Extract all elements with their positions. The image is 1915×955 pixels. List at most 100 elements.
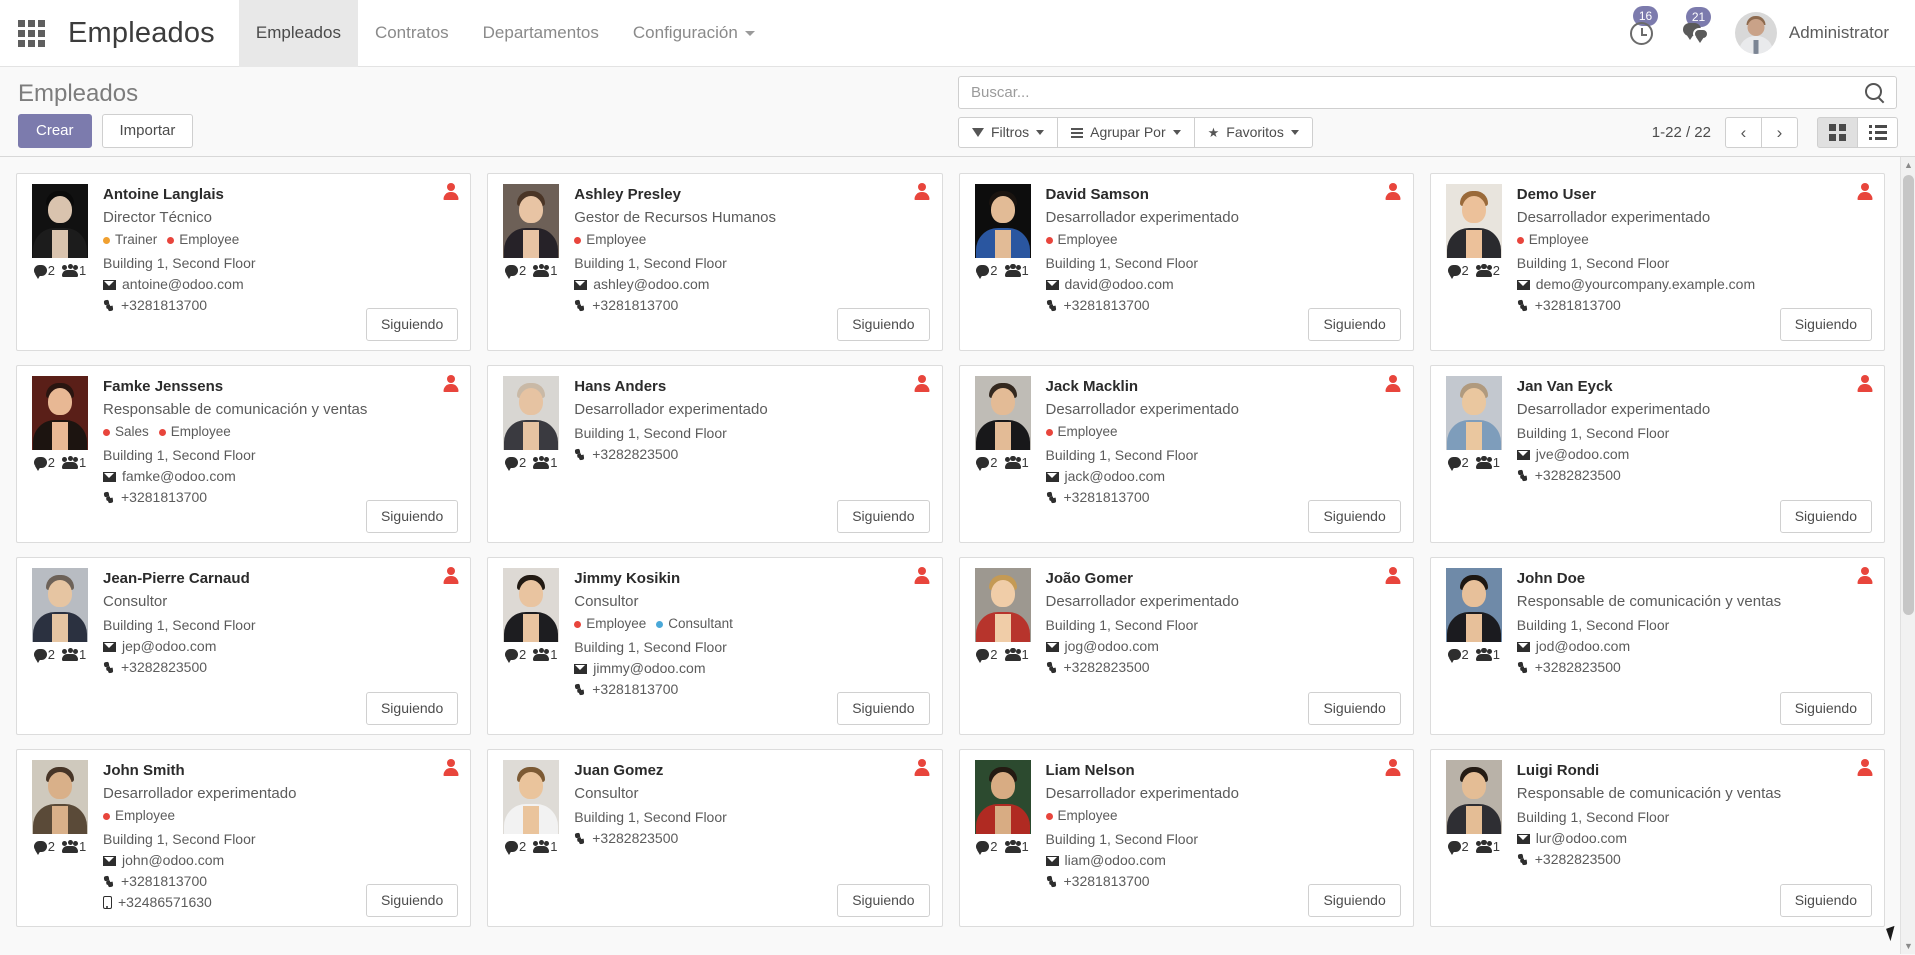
follow-toggle-button[interactable]: Siguiendo bbox=[837, 500, 930, 533]
follow-toggle-button[interactable]: Siguiendo bbox=[365, 500, 459, 533]
employee-card[interactable]: 2 1 Hans Anders Desarrollador experimentado… bbox=[487, 365, 943, 543]
employee-phone-line[interactable]: +3282823500 bbox=[1517, 657, 1872, 678]
employee-email-line[interactable]: jog@odoo.com bbox=[1045, 636, 1401, 657]
employee-card[interactable]: 2 1 Jean-Pierre Carnaud Consultor Building 1… bbox=[16, 557, 472, 735]
vertical-scrollbar[interactable]: ▲ ▼ bbox=[1900, 157, 1915, 954]
message-count[interactable]: 2 bbox=[1447, 839, 1469, 855]
employee-card[interactable]: 2 1 Luigi Rondi Responsable de comunicación… bbox=[1429, 749, 1885, 927]
message-count[interactable]: 2 bbox=[1447, 263, 1469, 279]
groupby-dropdown[interactable]: Agrupar Por bbox=[1057, 117, 1195, 148]
follow-toggle-button[interactable]: Siguiendo bbox=[365, 692, 459, 725]
create-button[interactable]: Crear bbox=[18, 114, 92, 148]
employee-card[interactable]: 2 1 Juan Gomez Consultor Building 1, Second … bbox=[487, 749, 943, 927]
message-count[interactable]: 2 bbox=[33, 263, 55, 279]
employee-phone-line[interactable]: +3282823500 bbox=[1046, 657, 1401, 678]
follower-count[interactable]: 1 bbox=[1475, 455, 1500, 470]
follower-count[interactable]: 1 bbox=[62, 455, 86, 470]
next-page-button[interactable]: › bbox=[1761, 117, 1798, 148]
message-count[interactable]: 2 bbox=[33, 455, 55, 471]
employee-card[interactable]: 2 1 Antoine Langlais Director Técnico Traine… bbox=[16, 173, 472, 351]
follow-toggle-button[interactable]: Siguiendo bbox=[1779, 884, 1872, 917]
employee-card[interactable]: 2 1 David Samson Desarrollador experimentad… bbox=[958, 173, 1414, 351]
follower-count[interactable]: 1 bbox=[62, 263, 86, 278]
follower-count[interactable]: 1 bbox=[1475, 647, 1500, 662]
follow-toggle-button[interactable]: Siguiendo bbox=[1308, 500, 1401, 533]
follower-count[interactable]: 1 bbox=[1004, 263, 1029, 278]
menu-item-contratos[interactable]: Contratos bbox=[358, 0, 466, 67]
list-view-button[interactable] bbox=[1857, 117, 1898, 148]
employee-card[interactable]: 2 1 Famke Jenssens Responsable de comunicac… bbox=[16, 365, 472, 543]
follow-toggle-button[interactable]: Siguiendo bbox=[365, 884, 459, 917]
employee-email-line[interactable]: jimmy@odoo.com bbox=[574, 658, 929, 679]
employee-email-line[interactable]: john@odoo.com bbox=[103, 850, 458, 871]
employee-email-line[interactable]: demo@yourcompany.example.com bbox=[1516, 274, 1872, 295]
follower-count[interactable]: 1 bbox=[533, 647, 557, 662]
employee-email-line[interactable]: liam@odoo.com bbox=[1045, 850, 1401, 871]
employee-email-line[interactable]: jod@odoo.com bbox=[1516, 636, 1872, 657]
kanban-view-button[interactable] bbox=[1817, 117, 1858, 148]
employee-email-line[interactable]: david@odoo.com bbox=[1045, 274, 1401, 295]
employee-phone-line[interactable]: +3282823500 bbox=[574, 828, 929, 849]
follow-toggle-button[interactable]: Siguiendo bbox=[365, 308, 459, 341]
follower-count[interactable]: 2 bbox=[1475, 263, 1500, 278]
follower-count[interactable]: 1 bbox=[62, 647, 86, 662]
employee-email-line[interactable]: jack@odoo.com bbox=[1045, 466, 1401, 487]
apps-menu-button[interactable] bbox=[0, 0, 62, 67]
message-count[interactable]: 2 bbox=[976, 647, 998, 663]
follower-count[interactable]: 1 bbox=[533, 839, 557, 854]
import-button[interactable]: Importar bbox=[101, 114, 194, 148]
search-bar[interactable] bbox=[958, 76, 1897, 109]
menu-item-empleados[interactable]: Empleados bbox=[238, 0, 358, 67]
employee-card[interactable]: 2 1 Liam Nelson Desarrollador experimentado… bbox=[958, 749, 1414, 927]
search-icon[interactable] bbox=[1864, 82, 1886, 104]
message-count[interactable]: 2 bbox=[33, 839, 55, 855]
menu-item-departamentos[interactable]: Departamentos bbox=[466, 0, 616, 67]
follower-count[interactable]: 1 bbox=[533, 263, 557, 278]
follower-count[interactable]: 1 bbox=[62, 839, 86, 854]
follow-toggle-button[interactable]: Siguiendo bbox=[1779, 500, 1872, 533]
scroll-up-button[interactable]: ▲ bbox=[1901, 157, 1915, 173]
scrollbar-thumb[interactable] bbox=[1903, 175, 1914, 615]
message-count[interactable]: 2 bbox=[976, 455, 998, 471]
employee-card[interactable]: 2 1 John Doe Responsable de comunicación y … bbox=[1429, 557, 1885, 735]
follow-toggle-button[interactable]: Siguiendo bbox=[837, 884, 930, 917]
employee-email-line[interactable]: jep@odoo.com bbox=[103, 636, 458, 657]
employee-card[interactable]: 2 1 Ashley Presley Gestor de Recursos Human… bbox=[487, 173, 943, 351]
message-count[interactable]: 2 bbox=[976, 263, 998, 279]
filters-dropdown[interactable]: Filtros bbox=[958, 117, 1059, 148]
follow-toggle-button[interactable]: Siguiendo bbox=[837, 692, 930, 725]
follow-toggle-button[interactable]: Siguiendo bbox=[1779, 308, 1872, 341]
employee-email-line[interactable]: lur@odoo.com bbox=[1516, 828, 1872, 849]
follow-toggle-button[interactable]: Siguiendo bbox=[1308, 308, 1401, 341]
employee-card[interactable]: 2 1 Jan Van Eyck Desarrollador experimentad… bbox=[1429, 365, 1885, 543]
follower-count[interactable]: 1 bbox=[1475, 839, 1500, 854]
employee-email-line[interactable]: famke@odoo.com bbox=[103, 466, 458, 487]
follow-toggle-button[interactable]: Siguiendo bbox=[1779, 692, 1872, 725]
employee-card[interactable]: 2 2 Demo User Desarrollador experimentado Em… bbox=[1429, 173, 1885, 351]
message-count[interactable]: 2 bbox=[505, 455, 526, 471]
message-count[interactable]: 2 bbox=[505, 263, 526, 279]
activities-button[interactable]: 16 bbox=[1626, 5, 1659, 49]
previous-page-button[interactable]: ‹ bbox=[1725, 117, 1762, 148]
follow-toggle-button[interactable]: Siguiendo bbox=[837, 308, 930, 341]
follower-count[interactable]: 1 bbox=[1004, 455, 1029, 470]
employee-phone-line[interactable]: +3282823500 bbox=[574, 444, 929, 465]
employee-email-line[interactable]: ashley@odoo.com bbox=[574, 274, 929, 295]
scroll-down-button[interactable]: ▼ bbox=[1901, 938, 1915, 954]
message-count[interactable]: 2 bbox=[976, 839, 998, 855]
follow-toggle-button[interactable]: Siguiendo bbox=[1308, 692, 1401, 725]
employee-card[interactable]: 2 1 Jack Macklin Desarrollador experimentad… bbox=[958, 365, 1414, 543]
employee-phone-line[interactable]: +3282823500 bbox=[1517, 465, 1872, 486]
message-count[interactable]: 2 bbox=[1447, 647, 1469, 663]
employee-email-line[interactable]: antoine@odoo.com bbox=[103, 274, 458, 295]
menu-item-configuracion[interactable]: Configuración bbox=[616, 0, 772, 67]
follower-count[interactable]: 1 bbox=[1004, 647, 1029, 662]
message-count[interactable]: 2 bbox=[1447, 455, 1469, 471]
message-count[interactable]: 2 bbox=[505, 647, 526, 663]
employee-card[interactable]: 2 1 João Gomer Desarrollador experimentado B… bbox=[958, 557, 1414, 735]
message-count[interactable]: 2 bbox=[33, 647, 55, 663]
user-menu[interactable]: Administrator bbox=[1734, 12, 1889, 54]
employee-card[interactable]: 2 1 John Smith Desarrollador experimentado E… bbox=[16, 749, 472, 927]
search-input[interactable] bbox=[971, 84, 1864, 101]
follower-count[interactable]: 1 bbox=[533, 455, 557, 470]
